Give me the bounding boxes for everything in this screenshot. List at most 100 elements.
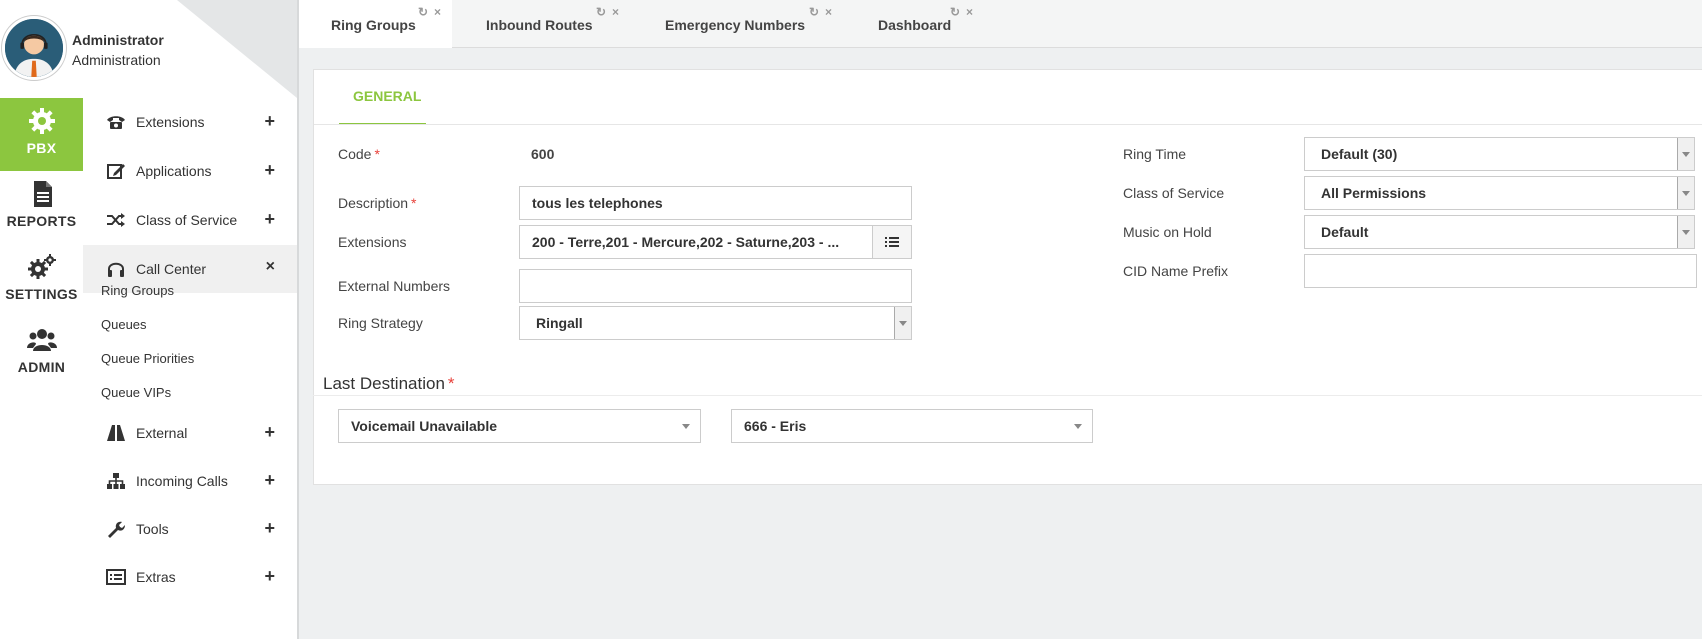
menu-item-extensions[interactable]: Extensions +: [83, 98, 297, 146]
close-icon[interactable]: ×: [966, 5, 973, 19]
extensions-picker-button[interactable]: [872, 226, 911, 258]
last-destination-divider: [313, 395, 1702, 396]
refresh-icon[interactable]: ↻: [950, 5, 960, 19]
menu-label-incoming-calls: Incoming Calls: [136, 473, 228, 489]
destination-type-value: Voicemail Unavailable: [351, 418, 498, 434]
submenu-item-queues[interactable]: Queues: [101, 317, 147, 332]
header-decoration: [177, 0, 297, 98]
tab-label: Emergency Numbers: [665, 17, 806, 33]
edit-icon: [107, 164, 125, 179]
expand-toggle-external[interactable]: +: [264, 422, 275, 443]
music-on-hold-label: Music on Hold: [1123, 224, 1212, 240]
menu-item-external[interactable]: External +: [83, 409, 297, 457]
ring-strategy-label: Ring Strategy: [338, 315, 423, 331]
description-input[interactable]: tous les telephones: [519, 186, 912, 220]
class-of-service-value: All Permissions: [1321, 185, 1427, 201]
menu-item-tools[interactable]: Tools +: [83, 505, 297, 553]
road-icon: [107, 425, 125, 441]
shuffle-icon: [107, 213, 125, 227]
menu-item-class-of-service[interactable]: Class of Service +: [83, 196, 297, 244]
menu-label-external: External: [136, 425, 188, 441]
close-icon[interactable]: ×: [825, 5, 832, 19]
list-icon: [885, 237, 899, 247]
close-icon[interactable]: ×: [612, 5, 619, 19]
expand-toggle-extras[interactable]: +: [264, 566, 275, 587]
rail-item-admin[interactable]: ADMIN: [0, 317, 83, 390]
document-icon: [33, 181, 52, 207]
class-of-service-select[interactable]: All Permissions: [1304, 176, 1695, 210]
menu-item-extras[interactable]: Extras +: [83, 553, 297, 601]
extensions-label: Extensions: [338, 234, 407, 250]
menu-label-call-center: Call Center: [136, 261, 207, 277]
sitemap-icon: [107, 473, 125, 489]
music-on-hold-value: Default: [1321, 224, 1369, 240]
submenu-item-queue-priorities[interactable]: Queue Priorities: [101, 351, 194, 366]
list-alt-icon: [106, 569, 126, 585]
cid-name-prefix-label: CID Name Prefix: [1123, 263, 1229, 279]
destination-type-select[interactable]: Voicemail Unavailable: [338, 409, 701, 443]
external-numbers-label: External Numbers: [338, 278, 451, 294]
collapse-toggle-call-center[interactable]: ×: [266, 258, 275, 276]
rail-label-reports: REPORTS: [6, 213, 77, 229]
expand-toggle-applications[interactable]: +: [264, 160, 275, 181]
chevron-down-icon: [894, 307, 911, 339]
pbx-menu: Extensions + Applications + Class of Ser…: [83, 98, 297, 639]
external-numbers-input[interactable]: [519, 269, 912, 303]
menu-item-incoming-calls[interactable]: Incoming Calls +: [83, 457, 297, 505]
user-name: Administrator: [72, 32, 164, 48]
rail-item-pbx[interactable]: PBX: [0, 98, 83, 171]
class-of-service-label: Class of Service: [1123, 185, 1225, 201]
ring-strategy-value: Ringall: [536, 315, 583, 331]
expand-toggle-class-of-service[interactable]: +: [264, 209, 275, 230]
chevron-down-icon: [1677, 138, 1694, 170]
subtab-general[interactable]: GENERAL: [353, 88, 421, 104]
chevron-down-icon: [1677, 216, 1694, 248]
destination-target-value: 666 - Eris: [744, 418, 807, 434]
tab-dashboard[interactable]: Dashboard ↻ ×: [846, 0, 1006, 48]
tab-label: Inbound Routes: [486, 17, 593, 33]
ring-strategy-select[interactable]: Ringall: [519, 306, 912, 340]
avatar[interactable]: [2, 16, 66, 80]
tab-emergency-numbers[interactable]: Emergency Numbers ↻ ×: [632, 0, 846, 48]
menu-label-tools: Tools: [136, 521, 169, 537]
rail-label-settings: SETTINGS: [5, 286, 78, 302]
rail-item-settings[interactable]: SETTINGS: [0, 244, 83, 317]
menu-label-class-of-service: Class of Service: [136, 212, 238, 228]
submenu-item-queue-vips[interactable]: Queue VIPs: [101, 385, 171, 400]
ring-time-value: Default (30): [1321, 146, 1398, 162]
expand-toggle-incoming-calls[interactable]: +: [264, 470, 275, 491]
module-rail: PBX REPORTS SETTINGS ADMIN: [0, 98, 83, 639]
ring-time-select[interactable]: Default (30): [1304, 137, 1695, 171]
refresh-icon[interactable]: ↻: [809, 5, 819, 19]
gears-icon: [27, 254, 56, 279]
menu-item-applications[interactable]: Applications +: [83, 147, 297, 195]
user-profile-header: Administrator Administration: [0, 0, 297, 98]
music-on-hold-select[interactable]: Default: [1304, 215, 1695, 249]
refresh-icon[interactable]: ↻: [596, 5, 606, 19]
expand-toggle-tools[interactable]: +: [264, 518, 275, 539]
tab-ring-groups[interactable]: Ring Groups ↻ ×: [299, 0, 452, 48]
cid-name-prefix-input[interactable]: [1304, 254, 1697, 288]
extensions-field[interactable]: 200 - Terre,201 - Mercure,202 - Saturne,…: [519, 225, 912, 259]
rail-label-admin: ADMIN: [17, 359, 66, 375]
expand-toggle-extensions[interactable]: +: [264, 111, 275, 132]
code-label: Code *: [338, 146, 380, 162]
gear-icon: [28, 108, 55, 134]
submenu-item-ring-groups[interactable]: Ring Groups: [101, 283, 174, 298]
rail-label-pbx: PBX: [26, 140, 57, 156]
sidebar-divider: [297, 0, 299, 639]
chevron-down-icon: [682, 424, 690, 429]
ring-time-label: Ring Time: [1123, 146, 1187, 162]
description-label: Description *: [338, 195, 417, 211]
phone-icon: [107, 116, 125, 129]
destination-target-select[interactable]: 666 - Eris: [731, 409, 1093, 443]
tab-bar: Ring Groups ↻ × Inbound Routes ↻ × Emerg…: [299, 0, 1702, 48]
refresh-icon[interactable]: ↻: [418, 5, 428, 19]
tab-label: Ring Groups: [331, 17, 416, 33]
rail-item-reports[interactable]: REPORTS: [0, 171, 83, 244]
close-icon[interactable]: ×: [434, 5, 441, 19]
wrench-icon: [108, 521, 125, 538]
tab-label: Dashboard: [878, 17, 952, 33]
menu-label-extras: Extras: [136, 569, 176, 585]
tab-inbound-routes[interactable]: Inbound Routes ↻ ×: [452, 0, 632, 48]
